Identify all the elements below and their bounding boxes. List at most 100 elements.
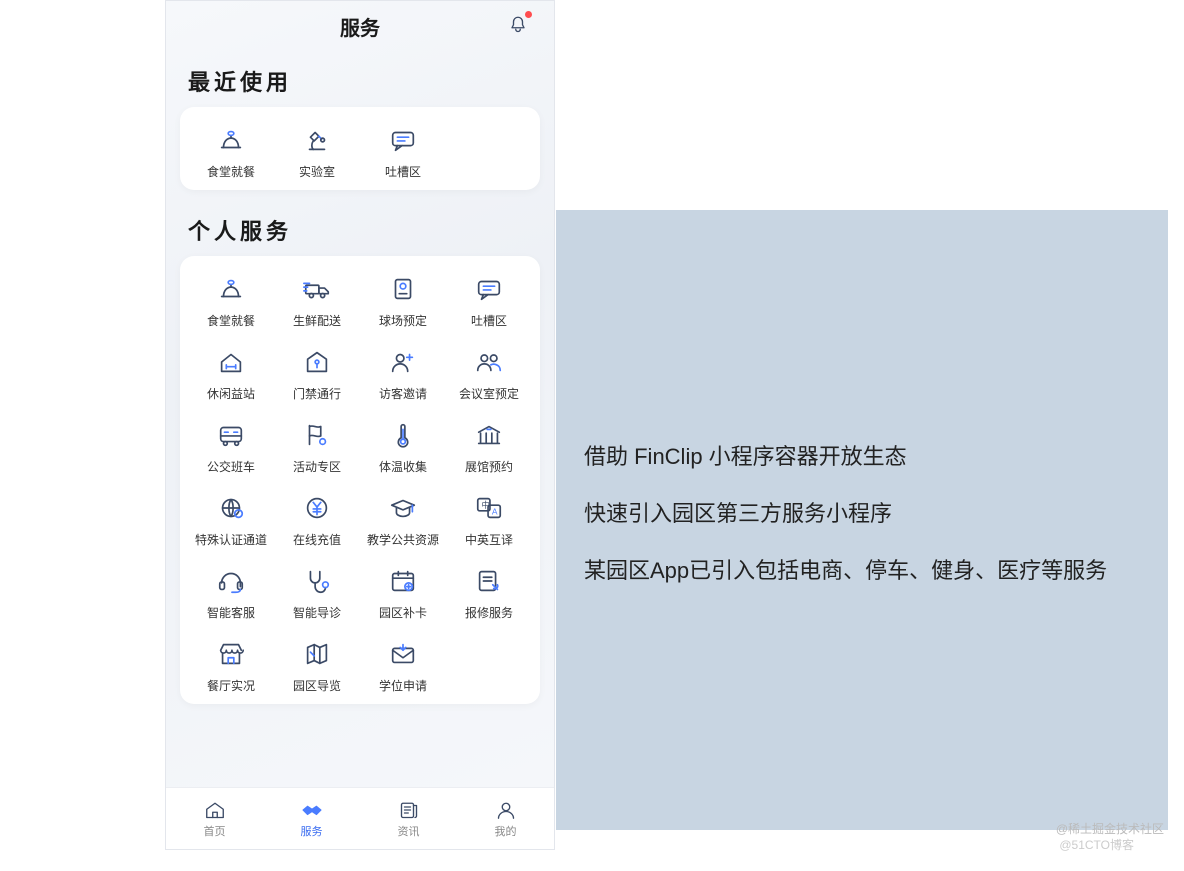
recent-item-2[interactable]: 吐槽区 — [360, 125, 446, 180]
personal-label: 展馆预约 — [465, 458, 513, 475]
recent-label: 吐槽区 — [385, 163, 421, 180]
tab-label: 我的 — [495, 823, 517, 839]
bottom-tabbar: 首页 服务 资讯 我的 — [166, 787, 554, 849]
personal-item-9[interactable]: 活动专区 — [274, 420, 360, 475]
personal-label: 球场预定 — [379, 312, 427, 329]
personal-item-6[interactable]: 访客邀请 — [360, 347, 446, 402]
personal-item-4[interactable]: 休闲益站 — [188, 347, 274, 402]
headset-icon — [214, 566, 248, 596]
recent-label: 实验室 — [299, 163, 335, 180]
notification-dot-icon — [525, 11, 532, 18]
ticket-icon — [386, 274, 420, 304]
personal-item-2[interactable]: 球场预定 — [360, 274, 446, 329]
personal-item-14[interactable]: 教学公共资源 — [360, 493, 446, 548]
personal-label: 园区补卡 — [379, 604, 427, 621]
user-icon — [494, 799, 518, 821]
personal-label: 学位申请 — [379, 677, 427, 694]
personal-label: 智能客服 — [207, 604, 255, 621]
calendar-plus-icon — [386, 566, 420, 596]
bus-icon — [214, 420, 248, 450]
app-header: 服务 — [166, 1, 554, 51]
personal-label: 会议室预定 — [459, 385, 519, 402]
personal-item-13[interactable]: 在线充值 — [274, 493, 360, 548]
personal-label: 吐槽区 — [471, 312, 507, 329]
info-line-2: 快速引入园区第三方服务小程序 — [584, 497, 1140, 530]
tab-home[interactable]: 首页 — [166, 788, 263, 849]
personal-label: 生鲜配送 — [293, 312, 341, 329]
tab-label: 资讯 — [398, 823, 420, 839]
personal-card: 食堂就餐 生鲜配送 球场预定 吐槽区休闲益站 门禁通行 访客邀请 会议室预定公交班车 活动专区… — [180, 256, 540, 704]
door-key-icon — [300, 347, 334, 377]
truck-icon — [300, 274, 334, 304]
watermark-juejin: @稀土掘金技术社区 — [1056, 820, 1164, 837]
personal-label: 智能导诊 — [293, 604, 341, 621]
personal-label: 中英互译 — [465, 531, 513, 548]
handshake-icon — [300, 799, 324, 821]
tab-user[interactable]: 我的 — [457, 788, 554, 849]
news-icon — [397, 799, 421, 821]
tab-handshake[interactable]: 服务 — [263, 788, 360, 849]
tab-news[interactable]: 资讯 — [360, 788, 457, 849]
microscope-icon — [300, 125, 334, 155]
bell-dish-icon — [214, 274, 248, 304]
info-panel: 借助 FinClip 小程序容器开放生态 快速引入园区第三方服务小程序 某园区A… — [556, 210, 1168, 830]
personal-item-8[interactable]: 公交班车 — [188, 420, 274, 475]
storefront-icon — [214, 639, 248, 669]
personal-item-12[interactable]: 特殊认证通道 — [188, 493, 274, 548]
yen-icon — [300, 493, 334, 523]
personal-label: 活动专区 — [293, 458, 341, 475]
thermo-icon — [386, 420, 420, 450]
personal-label: 体温收集 — [379, 458, 427, 475]
doc-wrench-icon — [472, 566, 506, 596]
info-line-3: 某园区App已引入包括电商、停车、健身、医疗等服务 — [584, 554, 1140, 587]
personal-item-15[interactable]: 中英互译 — [446, 493, 532, 548]
globe-badge-icon — [214, 493, 248, 523]
personal-item-16[interactable]: 智能客服 — [188, 566, 274, 621]
phone-frame: 服务 最近使用 食堂就餐实验室吐槽区 个人服务 食堂就餐生鲜配送球场预定吐槽区休… — [165, 0, 555, 850]
chat-icon — [386, 125, 420, 155]
bell-dish-icon — [214, 125, 248, 155]
recent-item-0[interactable]: 食堂就餐 — [188, 125, 274, 180]
person-plus-icon — [386, 347, 420, 377]
personal-label: 访客邀请 — [379, 385, 427, 402]
flag-icon — [300, 420, 334, 450]
personal-label: 报修服务 — [465, 604, 513, 621]
section-personal-title: 个人服务 — [166, 200, 554, 256]
envelope-icon — [386, 639, 420, 669]
personal-item-0[interactable]: 食堂就餐 — [188, 274, 274, 329]
personal-label: 食堂就餐 — [207, 312, 255, 329]
people-icon — [472, 347, 506, 377]
section-recent-title: 最近使用 — [166, 51, 554, 107]
tab-label: 服务 — [301, 823, 323, 839]
recent-label: 食堂就餐 — [207, 163, 255, 180]
personal-label: 教学公共资源 — [367, 531, 439, 548]
personal-item-20[interactable]: 餐厅实况 — [188, 639, 274, 694]
personal-item-10[interactable]: 体温收集 — [360, 420, 446, 475]
watermark-51cto: @51CTO博客 — [1059, 836, 1134, 853]
personal-item-22[interactable]: 学位申请 — [360, 639, 446, 694]
personal-label: 园区导览 — [293, 677, 341, 694]
personal-label: 在线充值 — [293, 531, 341, 548]
personal-item-1[interactable]: 生鲜配送 — [274, 274, 360, 329]
personal-label: 休闲益站 — [207, 385, 255, 402]
personal-label: 公交班车 — [207, 458, 255, 475]
personal-item-3[interactable]: 吐槽区 — [446, 274, 532, 329]
personal-item-5[interactable]: 门禁通行 — [274, 347, 360, 402]
map-icon — [300, 639, 334, 669]
tab-label: 首页 — [204, 823, 226, 839]
personal-item-11[interactable]: 展馆预约 — [446, 420, 532, 475]
personal-label: 门禁通行 — [293, 385, 341, 402]
recent-item-1[interactable]: 实验室 — [274, 125, 360, 180]
personal-item-18[interactable]: 园区补卡 — [360, 566, 446, 621]
museum-icon — [472, 420, 506, 450]
notifications-button[interactable] — [506, 13, 530, 41]
personal-item-21[interactable]: 园区导览 — [274, 639, 360, 694]
personal-item-17[interactable]: 智能导诊 — [274, 566, 360, 621]
personal-label: 特殊认证通道 — [195, 531, 267, 548]
personal-item-7[interactable]: 会议室预定 — [446, 347, 532, 402]
personal-label: 餐厅实况 — [207, 677, 255, 694]
personal-item-19[interactable]: 报修服务 — [446, 566, 532, 621]
grad-cap-icon — [386, 493, 420, 523]
page-title: 服务 — [340, 12, 380, 41]
translate-icon — [472, 493, 506, 523]
